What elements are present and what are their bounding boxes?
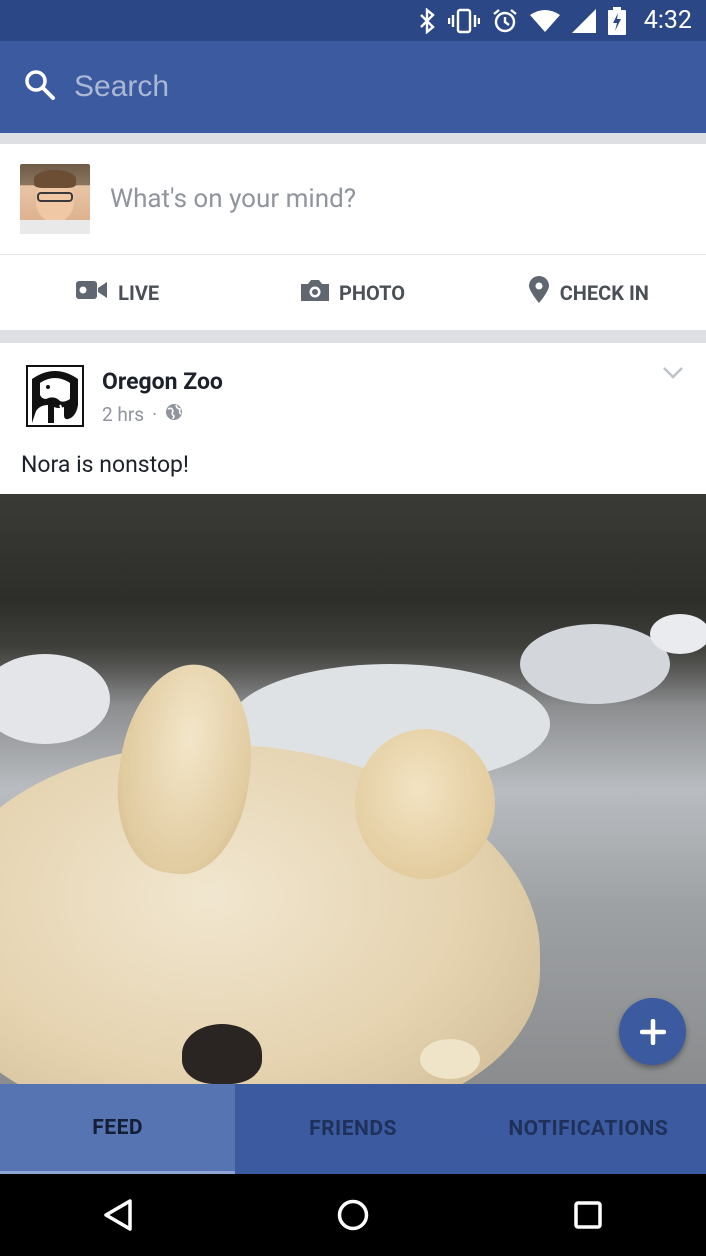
live-button[interactable]: LIVE — [0, 278, 235, 307]
tab-friends[interactable]: FRIENDS — [235, 1084, 470, 1174]
back-icon[interactable] — [78, 1185, 158, 1245]
composer-prompt[interactable]: What's on your mind? — [110, 184, 356, 214]
elephant-logo-icon[interactable] — [26, 365, 84, 427]
battery-charging-icon — [607, 6, 626, 35]
compose-fab-button[interactable] — [619, 998, 686, 1065]
recents-icon[interactable] — [548, 1185, 628, 1245]
wifi-icon — [529, 9, 560, 33]
chevron-down-icon[interactable] — [662, 365, 684, 384]
page-name[interactable]: Oregon Zoo — [102, 368, 223, 395]
camera-icon — [300, 278, 329, 307]
search-bar — [0, 41, 706, 133]
status-time: 4:32 — [643, 6, 692, 35]
check-in-button[interactable]: CHECK IN — [471, 276, 706, 309]
avatar[interactable] — [20, 164, 90, 234]
post-time[interactable]: 2 hrs — [102, 403, 144, 426]
check-in-label: CHECK IN — [559, 280, 649, 305]
live-label: LIVE — [118, 280, 160, 305]
meta-separator: · — [152, 403, 158, 426]
globe-icon — [165, 403, 183, 426]
photo-label: PHOTO — [338, 280, 406, 305]
post-header: Oregon Zoo 2 hrs · — [0, 343, 706, 443]
signal-icon — [571, 8, 596, 33]
alarm-icon — [492, 8, 518, 34]
post-meta: 2 hrs · — [102, 403, 183, 426]
bluetooth-icon — [418, 7, 436, 34]
tab-notifications[interactable]: NOTIFICATIONS — [471, 1084, 706, 1174]
home-icon[interactable] — [313, 1185, 393, 1245]
search-icon[interactable] — [24, 69, 56, 105]
system-nav-bar — [0, 1174, 706, 1256]
post-video[interactable] — [0, 494, 706, 1084]
tab-feed[interactable]: FEED — [0, 1084, 236, 1174]
vibrate-icon — [447, 8, 480, 34]
video-camera-icon — [76, 278, 108, 307]
search-input[interactable] — [74, 70, 634, 104]
plus-icon — [639, 1008, 666, 1055]
post-text: Nora is nonstop! — [21, 451, 189, 478]
bottom-tabs: FEED FRIENDS NOTIFICATIONS — [0, 1084, 706, 1174]
feed-post: Oregon Zoo 2 hrs · Nora is nonstop! — [0, 343, 706, 1084]
composer[interactable]: What's on your mind? — [0, 144, 706, 254]
location-pin-icon — [528, 276, 550, 309]
composer-actions: LIVE PHOTO CHECK IN — [0, 254, 706, 330]
photo-button[interactable]: PHOTO — [235, 278, 470, 307]
status-bar: 4:32 — [0, 0, 706, 41]
